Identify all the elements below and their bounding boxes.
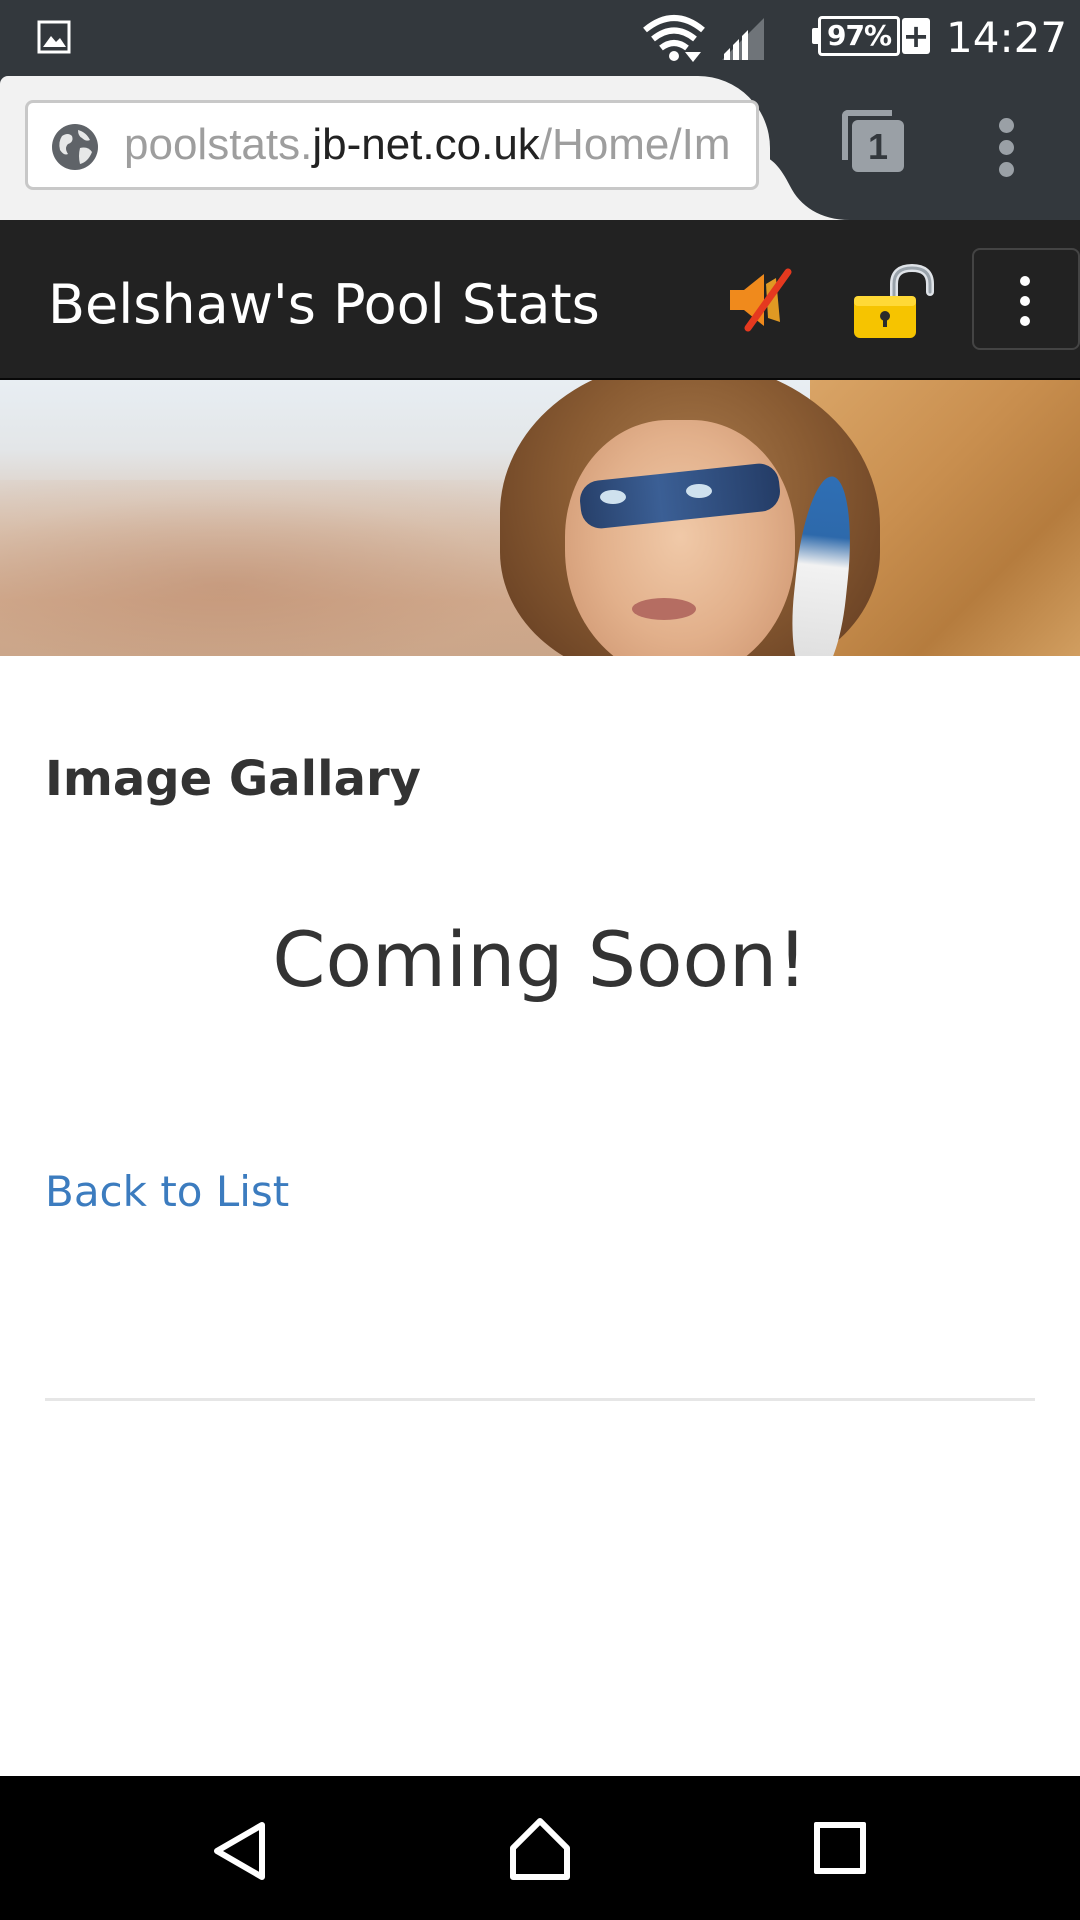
- battery-percent: 97%: [826, 19, 892, 52]
- more-icon-dot: [999, 140, 1014, 155]
- footer-divider: [45, 1398, 1035, 1401]
- url-path: /Home/Im: [539, 120, 731, 169]
- url-text: poolstats.jb-net.co.uk/Home/Im: [124, 103, 731, 187]
- browser-toolbar: poolstats.jb-net.co.uk/Home/Im 1: [0, 76, 1080, 220]
- banner-eye: [600, 490, 626, 504]
- site-navbar: Belshaw's Pool Stats: [0, 220, 1080, 380]
- wifi-icon: [643, 15, 705, 62]
- recents-icon[interactable]: [814, 1822, 866, 1874]
- globe-icon: [52, 124, 98, 170]
- gallery-icon: [37, 20, 71, 54]
- menu-icon-dot: [1020, 296, 1030, 306]
- signal-icon: [722, 18, 764, 60]
- url-prefix: poolstats.: [124, 120, 313, 169]
- home-icon[interactable]: [508, 1816, 572, 1882]
- back-icon[interactable]: [210, 1820, 270, 1882]
- menu-icon-dot: [1020, 316, 1030, 326]
- mute-icon[interactable]: [728, 268, 796, 332]
- back-to-list-link[interactable]: Back to List: [45, 1164, 289, 1220]
- url-tab-curve: [760, 156, 850, 220]
- tab-count: 1: [852, 120, 904, 172]
- android-nav-bar: [0, 1776, 1080, 1920]
- site-brand[interactable]: Belshaw's Pool Stats: [48, 270, 600, 340]
- more-icon-dot: [999, 118, 1014, 133]
- unlock-icon[interactable]: [850, 262, 942, 342]
- battery-indicator: 97% +: [812, 16, 930, 60]
- navbar-menu-toggle[interactable]: [972, 248, 1080, 350]
- menu-icon-dot: [1020, 276, 1030, 286]
- banner-eye: [686, 484, 712, 498]
- page-title: Image Gallary: [45, 751, 421, 807]
- tab-switcher-button[interactable]: 1: [842, 110, 908, 176]
- banner-lips: [632, 598, 696, 620]
- banner-face: [565, 420, 795, 656]
- banner-image: [0, 380, 1080, 656]
- url-domain: jb-net.co.uk: [312, 120, 540, 169]
- more-icon-dot: [999, 162, 1014, 177]
- charging-icon: +: [902, 17, 930, 55]
- banner-landscape: [0, 480, 560, 656]
- address-bar[interactable]: poolstats.jb-net.co.uk/Home/Im: [25, 100, 759, 190]
- coming-soon-message: Coming Soon!: [272, 915, 808, 1004]
- browser-menu-button[interactable]: [996, 116, 1020, 180]
- status-time: 14:27: [946, 13, 1068, 62]
- status-bar: 97% + 14:27: [0, 0, 1080, 76]
